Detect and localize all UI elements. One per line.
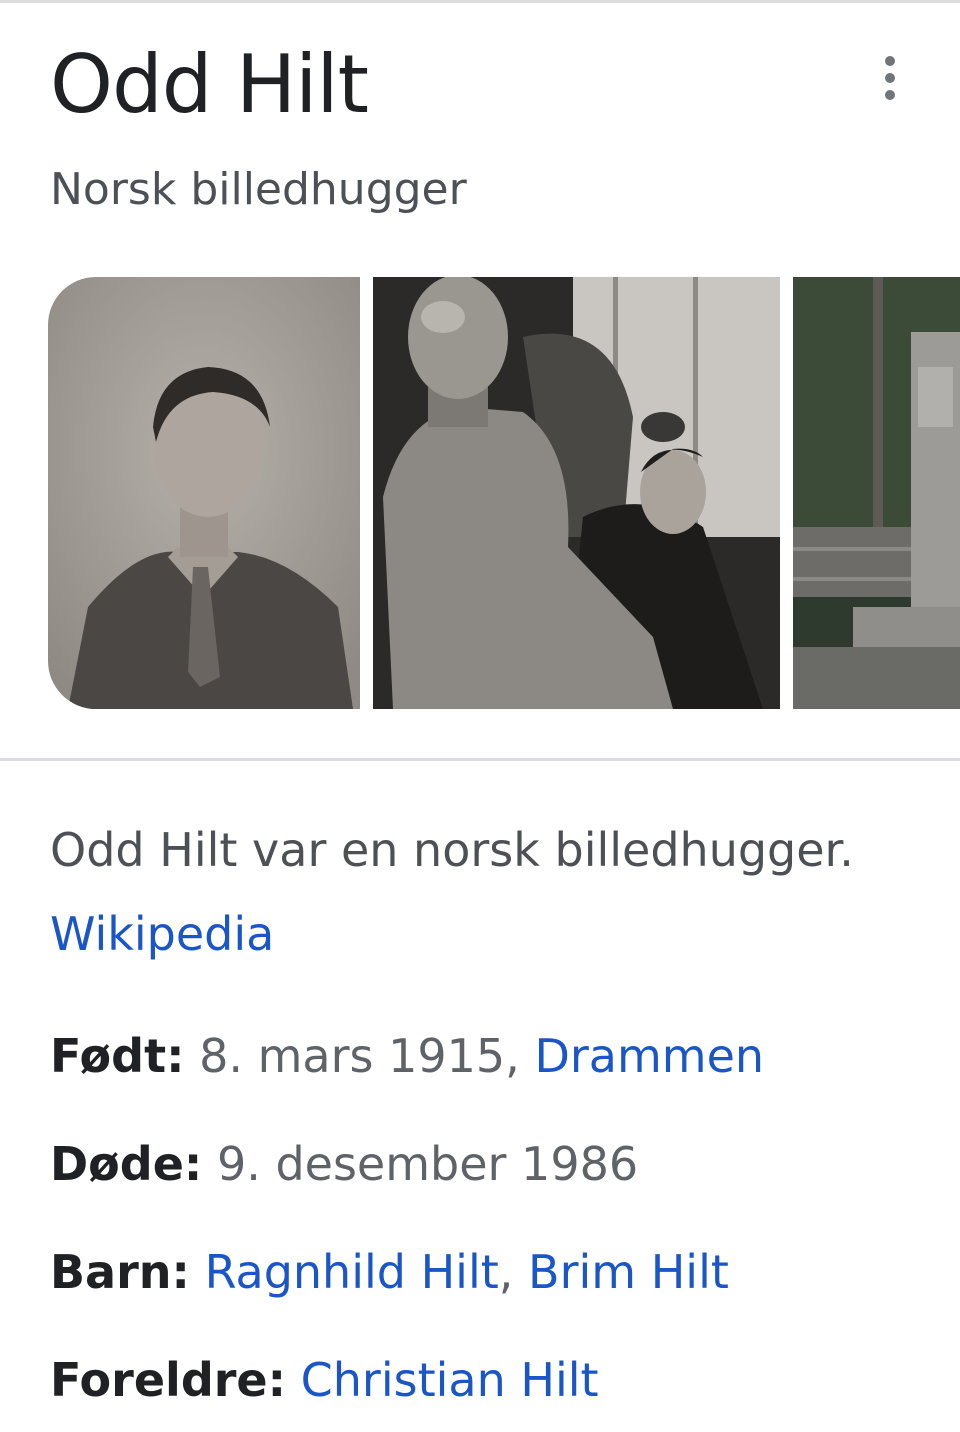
fact-died-value: 9. desember 1986 xyxy=(216,1137,639,1191)
fact-born: Født: 8. mars 1915, Drammen xyxy=(50,1024,764,1088)
child-link[interactable]: Ragnhild Hilt xyxy=(205,1245,499,1299)
entity-subtitle: Norsk billedhugger xyxy=(50,164,467,215)
image-monument[interactable] xyxy=(793,277,960,709)
fact-parents: Foreldre: Christian Hilt xyxy=(50,1348,599,1412)
parent-link[interactable]: Christian Hilt xyxy=(301,1353,599,1407)
entity-description: Odd Hilt var en norsk billedhugger. Wiki… xyxy=(50,808,910,976)
monument-image xyxy=(793,277,960,709)
image-portrait[interactable] xyxy=(48,277,360,709)
more-vert-icon[interactable] xyxy=(866,52,914,104)
page-title: Odd Hilt xyxy=(50,38,369,131)
fact-children-label: Barn: xyxy=(50,1245,190,1299)
list-separator: , xyxy=(498,1245,514,1299)
birthplace-link[interactable]: Drammen xyxy=(534,1029,764,1083)
menu-dot xyxy=(885,56,895,66)
fact-children: Barn: Ragnhild Hilt, Brim Hilt xyxy=(50,1240,729,1304)
wikipedia-link[interactable]: Wikipedia xyxy=(50,907,274,961)
sculptor-image xyxy=(373,277,780,709)
fact-born-value: 8. mars 1915, xyxy=(199,1029,520,1083)
section-divider xyxy=(0,758,960,761)
description-text: Odd Hilt var en norsk billedhugger. xyxy=(50,823,854,877)
menu-dot xyxy=(885,90,895,100)
fact-died-label: Døde: xyxy=(50,1137,203,1191)
child-link[interactable]: Brim Hilt xyxy=(528,1245,729,1299)
fact-born-label: Født: xyxy=(50,1029,185,1083)
image-sculptor[interactable] xyxy=(373,277,780,709)
fact-died: Døde: 9. desember 1986 xyxy=(50,1132,638,1196)
portrait-image xyxy=(48,277,360,709)
top-border xyxy=(0,0,960,3)
menu-dot xyxy=(885,73,895,83)
fact-parents-label: Foreldre: xyxy=(50,1353,287,1407)
